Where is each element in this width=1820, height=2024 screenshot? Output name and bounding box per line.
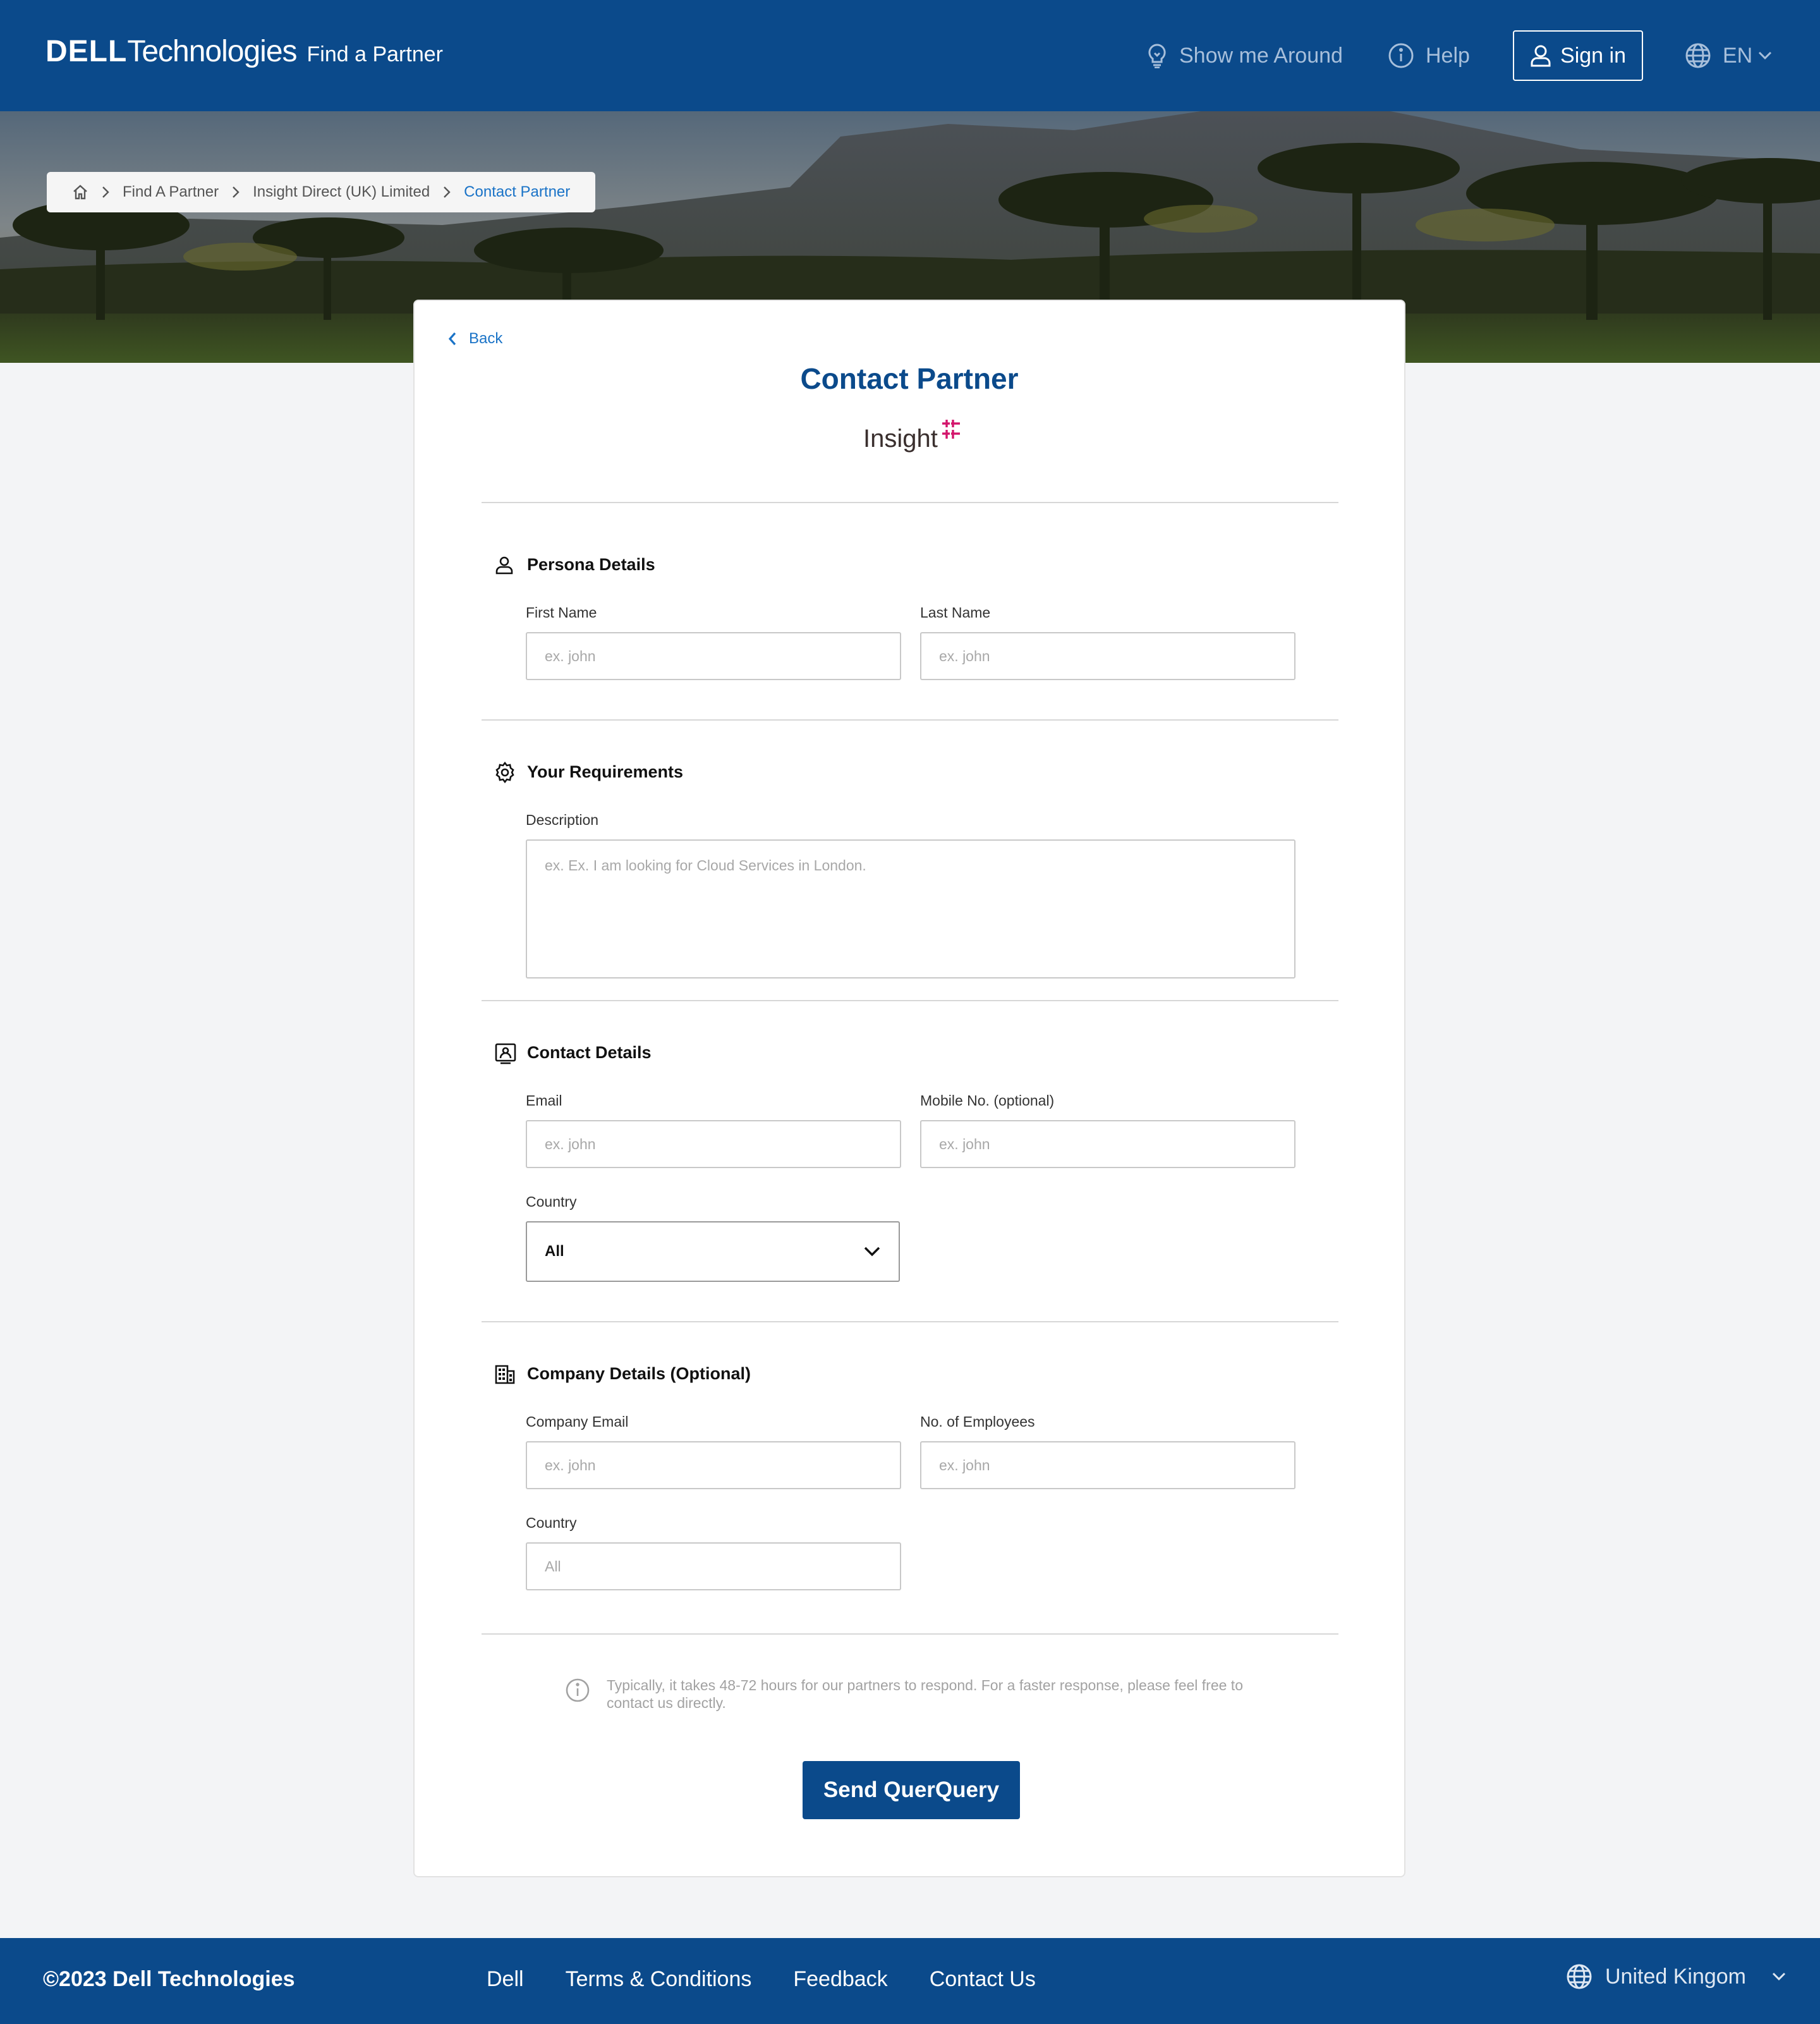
last-name-field[interactable] <box>920 632 1295 680</box>
divider <box>482 1321 1338 1322</box>
logo-technologies-text: Technologies <box>127 35 297 68</box>
response-time-text: Typically, it takes 48-72 hours for our … <box>607 1677 1243 1711</box>
globe-icon <box>1685 43 1711 68</box>
info-circle-icon <box>566 1678 590 1702</box>
description-textarea[interactable] <box>526 839 1295 978</box>
contact-details-heading: Contact Details <box>495 1043 652 1064</box>
chevron-right-icon <box>231 185 240 199</box>
last-name-label: Last Name <box>920 604 991 621</box>
back-button[interactable]: Back <box>447 330 502 348</box>
country-select[interactable]: All <box>526 1221 900 1282</box>
help-button[interactable]: Help <box>1388 35 1470 76</box>
requirements-label: Your Requirements <box>527 762 684 781</box>
footer-link-terms[interactable]: Terms & Conditions <box>566 1967 752 1992</box>
breadcrumb: Find A Partner Insight Direct (UK) Limit… <box>47 172 596 212</box>
chevron-down-icon <box>864 1247 880 1257</box>
company-email-field[interactable] <box>526 1441 901 1489</box>
show-me-around-label: Show me Around <box>1179 43 1343 68</box>
company-details-label: Company Details (Optional) <box>527 1364 751 1383</box>
mobile-label: Mobile No. (optional) <box>920 1092 1055 1109</box>
contact-partner-card: Back Contact Partner Insight Persona Det… <box>413 300 1405 1877</box>
lightbulb-icon <box>1148 44 1166 68</box>
partner-logo-text: Insight <box>863 425 938 453</box>
chevron-left-icon <box>448 332 456 346</box>
home-icon[interactable] <box>72 184 88 200</box>
insight-mark-icon <box>942 420 960 439</box>
chevron-down-icon <box>1759 51 1772 60</box>
employees-label: No. of Employees <box>920 1413 1035 1430</box>
description-label: Description <box>526 812 599 828</box>
country-label: Country <box>526 1193 577 1210</box>
breadcrumb-find-a-partner[interactable]: Find A Partner <box>123 183 219 201</box>
company-details-heading: Company Details (Optional) <box>495 1364 751 1384</box>
email-field[interactable] <box>526 1120 901 1168</box>
back-label: Back <box>469 330 503 347</box>
building-icon <box>495 1365 515 1384</box>
user-icon <box>495 556 513 574</box>
dell-technologies-logo[interactable]: DELL Technologies Find a Partner <box>46 34 443 75</box>
language-selector[interactable]: EN <box>1685 35 1773 76</box>
country-selected-value: All <box>545 1243 564 1260</box>
user-icon <box>1531 45 1551 67</box>
divider <box>482 502 1338 503</box>
first-name-field[interactable] <box>526 632 901 680</box>
breadcrumb-current: Contact Partner <box>464 183 571 200</box>
chevron-right-icon <box>101 185 110 199</box>
page-title: Contact Partner <box>800 362 1019 395</box>
gear-icon <box>495 761 514 783</box>
first-name-label: First Name <box>526 604 597 621</box>
contact-card-icon <box>495 1043 516 1064</box>
mobile-field[interactable] <box>920 1120 1295 1168</box>
app-title: Find a Partner <box>306 42 443 66</box>
divider <box>482 719 1338 721</box>
requirements-heading: Your Requirements <box>495 761 684 783</box>
persona-details-label: Persona Details <box>527 555 655 574</box>
chevron-right-icon <box>442 185 451 199</box>
region-selector[interactable]: United Kingom <box>1566 1963 1787 1990</box>
footer-link-dell[interactable]: Dell <box>487 1967 524 1992</box>
copyright-text: ©2023 Dell Technologies <box>43 1967 295 1991</box>
footer-links: Dell Terms & Conditions Feedback Contact… <box>487 1967 1077 1992</box>
help-label: Help <box>1426 43 1470 68</box>
company-country-label: Country <box>526 1515 577 1531</box>
company-country-field[interactable] <box>526 1542 901 1590</box>
show-me-around-button[interactable]: Show me Around <box>1146 35 1343 76</box>
region-label: United Kingom <box>1605 1964 1747 1989</box>
logo-dell-text: DELL <box>46 35 128 68</box>
footer-link-contact[interactable]: Contact Us <box>930 1967 1036 1992</box>
company-email-label: Company Email <box>526 1413 629 1430</box>
response-time-note: Typically, it takes 48-72 hours for our … <box>565 1676 1260 1712</box>
language-label: EN <box>1723 43 1753 68</box>
persona-details-heading: Persona Details <box>495 555 655 575</box>
sign-in-label: Sign in <box>1560 43 1626 68</box>
top-header: DELL Technologies Find a Partner Show me… <box>0 0 1820 111</box>
divider <box>482 1633 1338 1635</box>
footer: ©2023 Dell Technologies Dell Terms & Con… <box>0 1938 1820 2024</box>
send-query-button[interactable]: Send QuerQuery <box>803 1761 1020 1819</box>
globe-icon <box>1567 1964 1592 1989</box>
employees-field[interactable] <box>920 1441 1295 1489</box>
partner-logo: Insight <box>863 418 962 453</box>
sign-in-button[interactable]: Sign in <box>1513 30 1643 81</box>
breadcrumb-partner-name[interactable]: Insight Direct (UK) Limited <box>253 183 430 201</box>
divider <box>482 1000 1338 1001</box>
info-circle-icon <box>1388 43 1414 68</box>
chevron-down-icon <box>1772 1972 1786 1981</box>
footer-link-feedback[interactable]: Feedback <box>793 1967 887 1992</box>
email-label: Email <box>526 1092 562 1109</box>
contact-details-label: Contact Details <box>527 1043 652 1062</box>
